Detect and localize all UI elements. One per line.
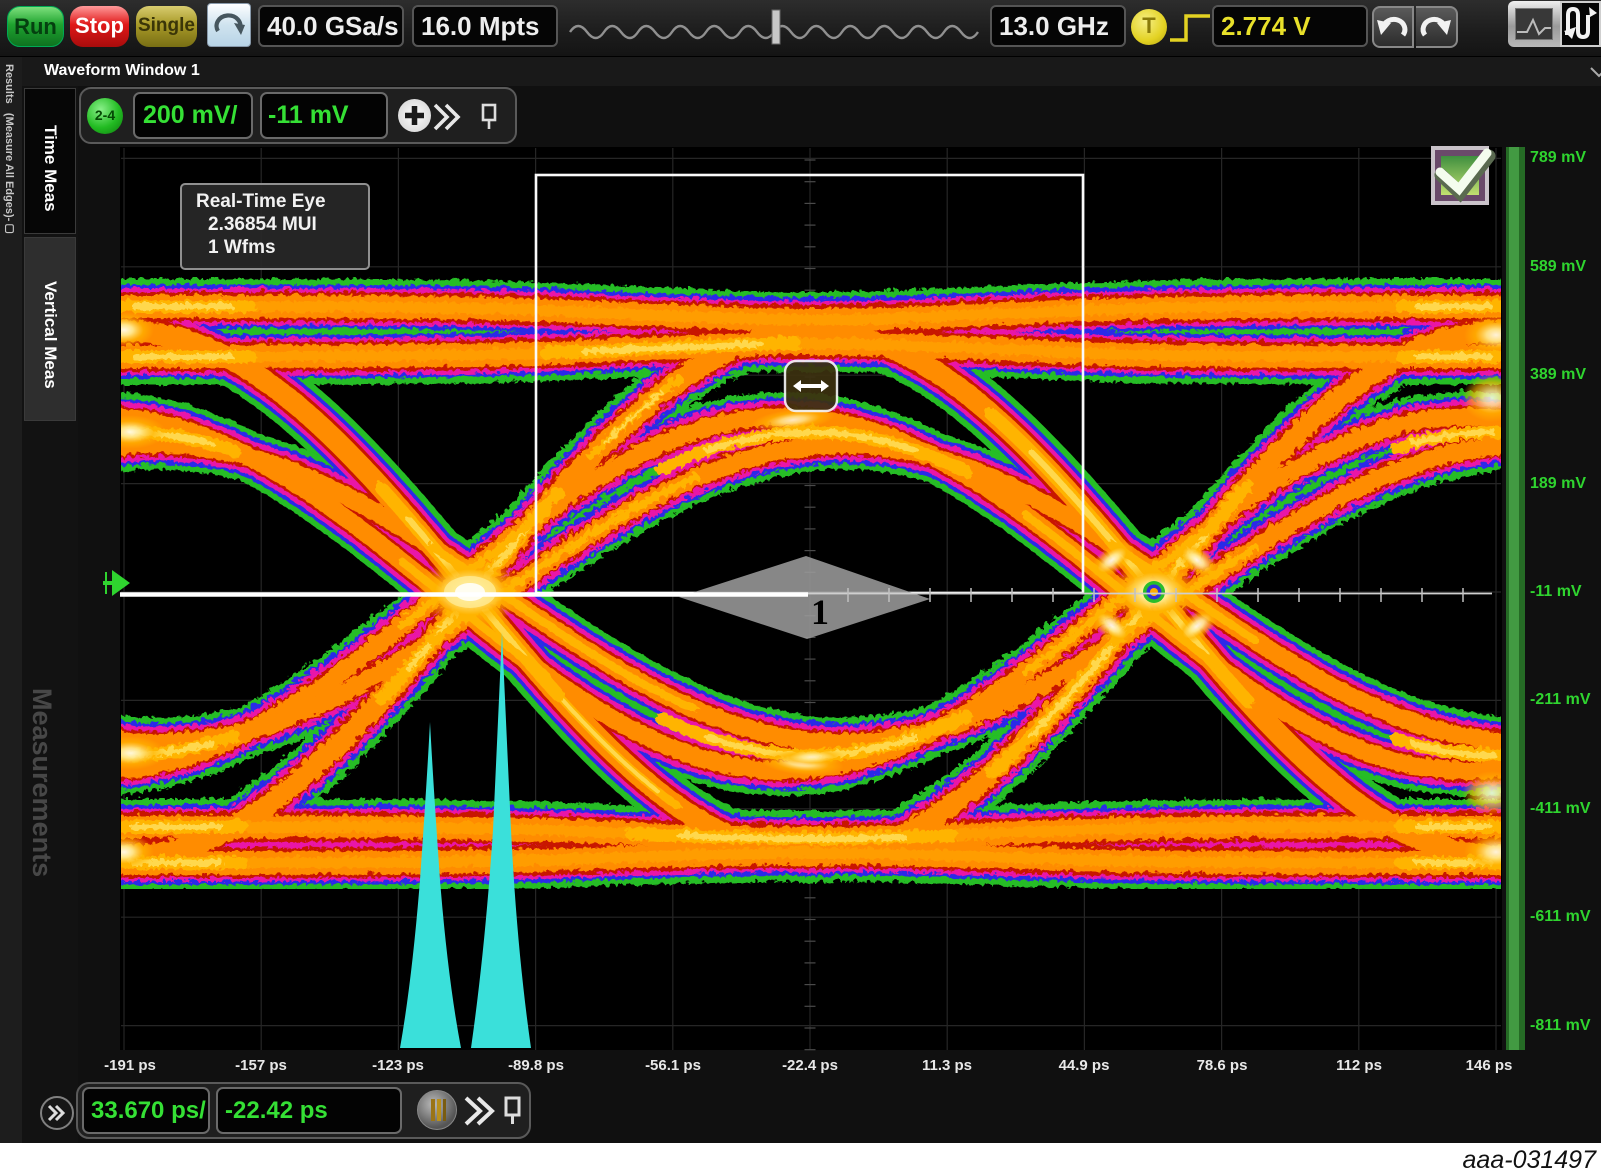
svg-text:1: 1 (811, 592, 829, 632)
